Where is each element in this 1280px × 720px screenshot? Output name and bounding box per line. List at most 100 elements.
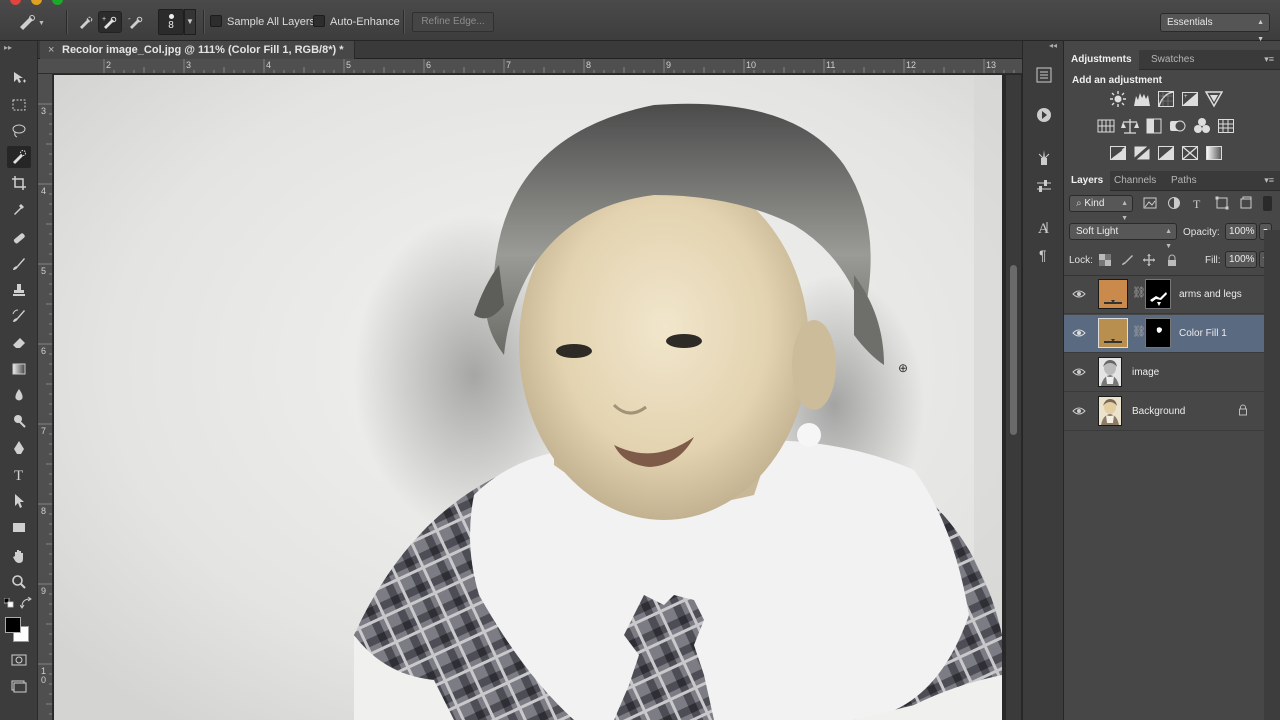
eyedropper-tool[interactable]	[7, 198, 31, 220]
layers-scrollbar[interactable]	[1264, 230, 1280, 720]
layer-row-background[interactable]: Background	[1064, 393, 1264, 431]
layer-filter-kind-select[interactable]: ⌕ Kind ▲ ▼	[1069, 195, 1133, 222]
history-panel-icon[interactable]	[1034, 65, 1054, 85]
lock-transparent-pixels-icon[interactable]	[1095, 251, 1115, 269]
filter-toggle-switch[interactable]	[1263, 196, 1272, 211]
type-tool[interactable]: T	[7, 463, 31, 485]
filter-adjustment-layers-icon[interactable]	[1164, 194, 1184, 212]
workspace-switcher[interactable]: Essentials ▲ ▼	[1160, 13, 1270, 43]
move-tool[interactable]	[7, 67, 31, 89]
brush-presets-icon[interactable]	[1034, 147, 1054, 167]
layers-panel-menu-icon[interactable]: ▾≡	[1264, 175, 1274, 186]
document-tab[interactable]: × Recolor image_Col.jpg @ 111% (Color Fi…	[40, 41, 355, 59]
brush-tool[interactable]	[7, 253, 31, 275]
swap-colors-icon[interactable]	[19, 596, 32, 612]
visibility-eye-icon[interactable]	[1072, 404, 1086, 418]
default-colors-icon[interactable]	[3, 597, 14, 611]
actions-panel-icon[interactable]	[1034, 105, 1054, 125]
brightness-contrast-icon[interactable]	[1108, 90, 1128, 108]
healing-brush-tool[interactable]	[7, 227, 31, 249]
color-lookup-icon[interactable]	[1216, 117, 1236, 135]
filter-pixel-layers-icon[interactable]	[1140, 194, 1160, 212]
subtract-from-selection-button[interactable]: -	[124, 11, 148, 33]
auto-enhance-checkbox[interactable]	[313, 15, 325, 27]
dodge-tool[interactable]	[7, 410, 31, 432]
fill-input[interactable]: 100%	[1225, 251, 1257, 268]
sample-all-layers-checkbox[interactable]	[210, 15, 222, 27]
minimize-window-button[interactable]	[31, 0, 42, 5]
gradient-tool[interactable]	[7, 358, 31, 380]
scrollbar-thumb[interactable]	[1010, 265, 1017, 435]
filter-shape-layers-icon[interactable]	[1212, 194, 1232, 212]
panel-menu-icon[interactable]: ▾≡	[1264, 54, 1274, 65]
new-selection-button[interactable]	[74, 11, 98, 33]
layer-mask-thumbnail[interactable]	[1145, 318, 1171, 348]
tab-layers[interactable]: Layers	[1064, 171, 1111, 191]
gradient-map-icon[interactable]	[1204, 144, 1224, 162]
chain-link-icon[interactable]: ⛓	[1132, 286, 1146, 299]
hand-tool[interactable]	[7, 545, 31, 567]
tool-presets-icon[interactable]	[1034, 176, 1054, 196]
tab-adjustments[interactable]: Adjustments	[1064, 50, 1139, 70]
marquee-tool[interactable]	[7, 94, 31, 116]
zoom-window-button[interactable]	[52, 0, 63, 5]
channel-mixer-icon[interactable]	[1192, 117, 1212, 135]
brush-picker-dropdown[interactable]: ▼	[184, 9, 196, 35]
expand-panels-icon[interactable]: ◂◂	[1049, 41, 1057, 50]
layer-mask-thumbnail[interactable]	[1145, 279, 1171, 309]
posterize-icon[interactable]	[1132, 144, 1152, 162]
pen-tool[interactable]	[7, 437, 31, 459]
blend-mode-select[interactable]: Soft Light ▲ ▼	[1069, 223, 1177, 250]
character-panel-icon[interactable]: A	[1034, 217, 1054, 237]
refine-edge-button[interactable]: Refine Edge...	[412, 12, 494, 32]
add-to-selection-button[interactable]: +	[98, 11, 122, 33]
quick-selection-tool[interactable]	[7, 146, 31, 168]
clone-stamp-tool[interactable]	[7, 279, 31, 301]
visibility-eye-icon[interactable]	[1072, 326, 1086, 340]
brush-size-picker[interactable]: 8	[158, 9, 184, 35]
tab-channels[interactable]: Channels	[1107, 171, 1163, 191]
close-window-button[interactable]	[10, 0, 21, 5]
close-tab-icon[interactable]: ×	[48, 41, 54, 59]
threshold-icon[interactable]	[1156, 144, 1176, 162]
invert-icon[interactable]	[1108, 144, 1128, 162]
lock-image-pixels-icon[interactable]	[1117, 251, 1137, 269]
filter-type-layers-icon[interactable]: T	[1188, 194, 1208, 212]
selective-color-icon[interactable]	[1180, 144, 1200, 162]
layer-row-arms-and-legs[interactable]: ⛓ arms and legs	[1064, 276, 1264, 314]
blur-tool[interactable]	[7, 384, 31, 406]
visibility-eye-icon[interactable]	[1072, 365, 1086, 379]
visibility-eye-icon[interactable]	[1072, 287, 1086, 301]
opacity-input[interactable]: 100%	[1225, 223, 1257, 240]
tab-paths[interactable]: Paths	[1164, 171, 1204, 191]
curves-icon[interactable]	[1156, 90, 1176, 108]
screen-mode-button[interactable]	[7, 675, 31, 697]
black-white-icon[interactable]	[1144, 117, 1164, 135]
levels-icon[interactable]	[1132, 90, 1152, 108]
layer-row-image[interactable]: image	[1064, 354, 1264, 392]
foreground-color-swatch[interactable]	[5, 617, 21, 633]
vibrance-icon[interactable]	[1204, 90, 1224, 108]
color-balance-icon[interactable]	[1120, 117, 1140, 135]
crop-tool[interactable]	[7, 172, 31, 194]
layer-row-color-fill-1[interactable]: ⛓ Color Fill 1	[1064, 315, 1264, 353]
eraser-tool[interactable]	[7, 331, 31, 353]
lasso-tool[interactable]	[7, 120, 31, 142]
paragraph-panel-icon[interactable]: ¶	[1034, 244, 1054, 264]
photo-filter-icon[interactable]	[1168, 117, 1188, 135]
exposure-icon[interactable]: +	[1180, 90, 1200, 108]
vertical-scrollbar[interactable]	[1006, 75, 1021, 720]
document-canvas[interactable]: ⊕	[54, 75, 1002, 720]
chain-link-icon[interactable]: ⛓	[1132, 325, 1146, 338]
collapse-tools-icon[interactable]: ▸▸	[4, 43, 12, 52]
history-brush-tool[interactable]	[7, 305, 31, 327]
filter-smart-objects-icon[interactable]	[1236, 194, 1256, 212]
path-selection-tool[interactable]	[7, 490, 31, 512]
tab-swatches[interactable]: Swatches	[1144, 50, 1201, 70]
lock-all-icon[interactable]	[1162, 251, 1182, 269]
zoom-tool[interactable]	[7, 571, 31, 593]
tool-preset-picker[interactable]: ▼	[14, 12, 44, 32]
lock-position-icon[interactable]	[1139, 251, 1159, 269]
rectangle-tool[interactable]	[7, 516, 31, 538]
quick-mask-button[interactable]	[7, 649, 31, 671]
